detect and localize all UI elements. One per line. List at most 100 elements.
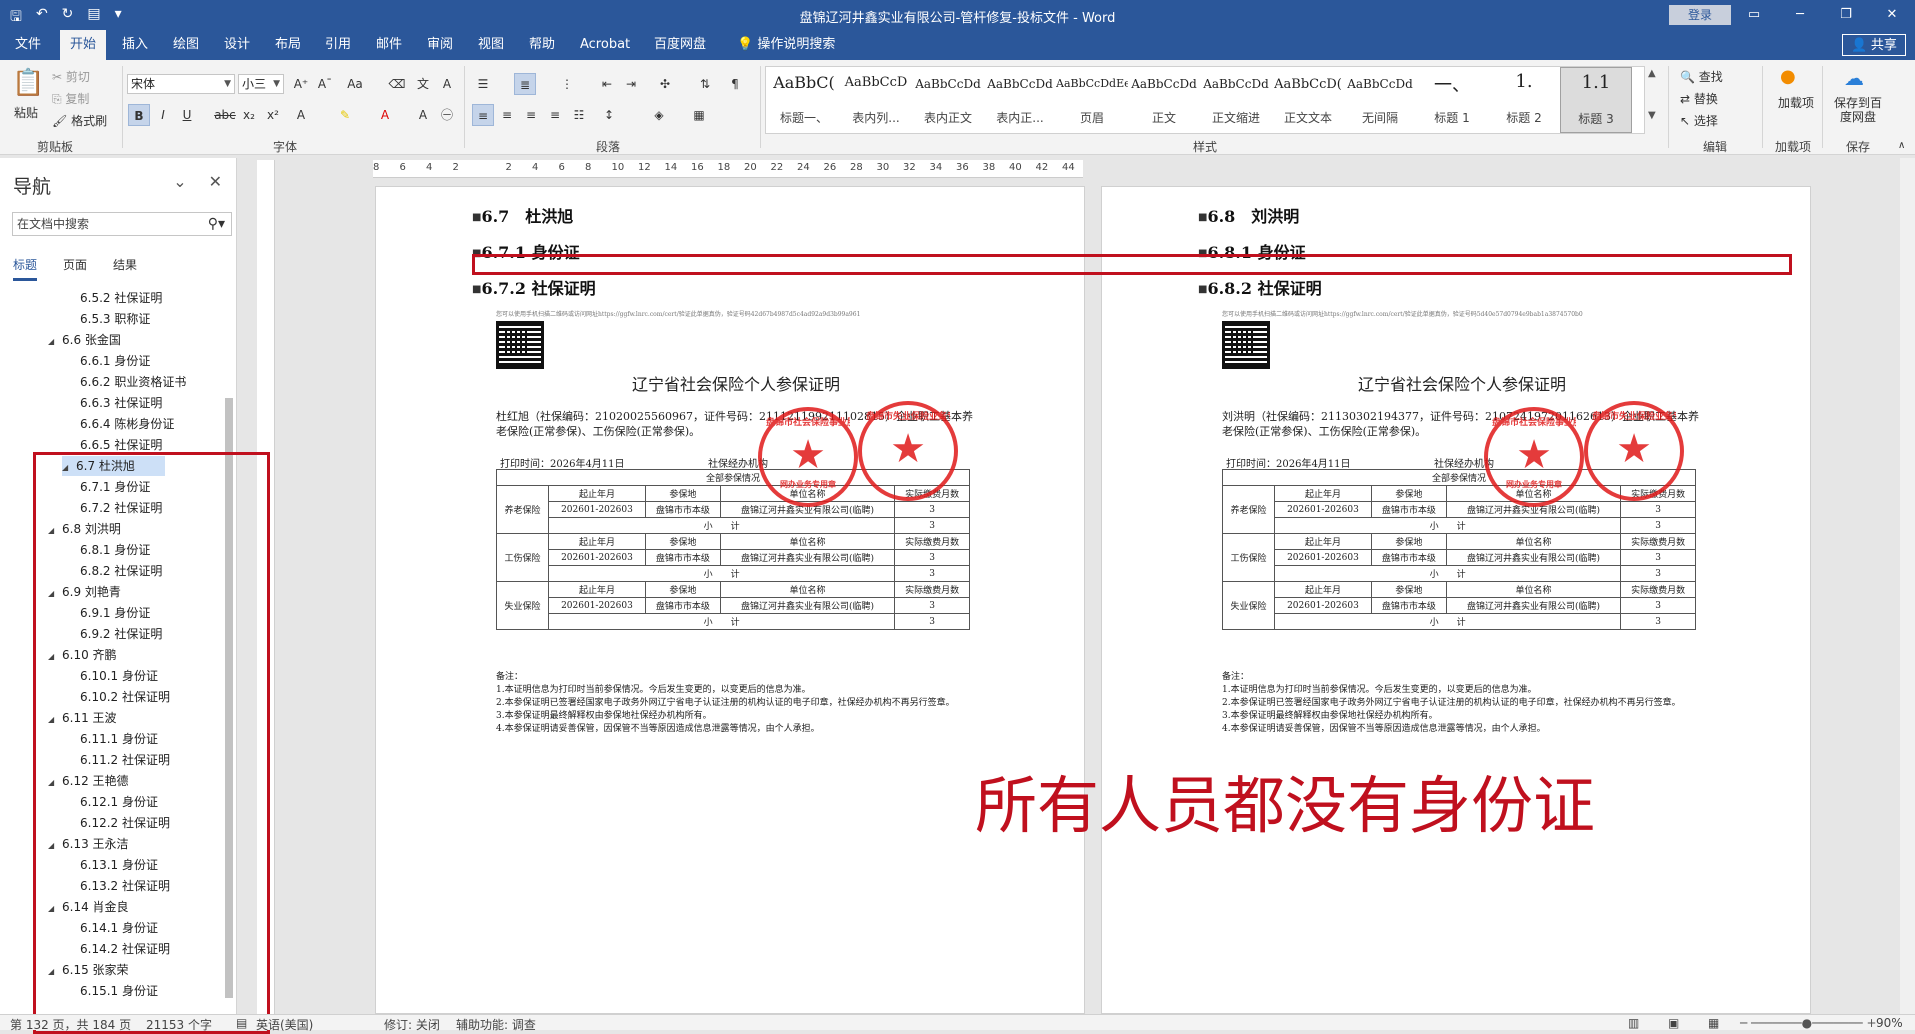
phonetic-guide-icon[interactable]: 文 xyxy=(412,73,434,95)
heading-3[interactable]: ■6.7.2 社保证明 xyxy=(472,275,596,299)
style-item[interactable]: 1.1 标题 3 xyxy=(1560,67,1632,133)
style-item[interactable]: 1. 标题 2 xyxy=(1488,67,1560,133)
save-to-baidu-button[interactable]: 保存到百度网盘 xyxy=(1830,96,1886,124)
strikethrough-icon[interactable]: abc xyxy=(214,104,236,126)
tab-baidu-netdisk[interactable]: 百度网盘 xyxy=(644,30,716,60)
nav-heading-item[interactable]: 6.6.3 社保证明 xyxy=(80,393,162,413)
proofing-icon[interactable]: ▤ xyxy=(236,1016,247,1030)
addins-button[interactable]: 加载项 xyxy=(1776,96,1816,110)
char-shading-icon[interactable]: A xyxy=(412,104,434,126)
format-painter-button[interactable]: 🖌 格式刷 xyxy=(52,112,107,129)
change-case-icon[interactable]: Aa xyxy=(344,73,366,95)
horizontal-ruler[interactable]: 8 6 4 2 2 4 6 8 10 12 14 16 18 20 22 24 26 28 30 32 34 36 38 40… xyxy=(373,160,1083,178)
shading-icon[interactable]: ◈ xyxy=(648,104,670,126)
clear-format-icon[interactable]: ⌫ xyxy=(386,73,408,95)
nav-tab-headings[interactable]: 标题 xyxy=(13,256,38,281)
borders-icon[interactable]: ▦ xyxy=(688,104,710,126)
print-layout-icon[interactable]: ▣ xyxy=(1668,1016,1679,1030)
style-item[interactable]: 一、 标题 1 xyxy=(1416,67,1488,133)
web-layout-icon[interactable]: ▦ xyxy=(1708,1016,1719,1030)
find-button[interactable]: 🔍 查找 xyxy=(1680,68,1723,85)
line-spacing-icon[interactable]: ↕ xyxy=(598,104,620,126)
font-size-combo[interactable]: 小三 ▼ xyxy=(238,74,284,94)
style-item[interactable]: AaBbCcDd 无间隔 xyxy=(1344,67,1416,133)
tab-help[interactable]: 帮助 xyxy=(519,30,565,60)
multilevel-list-icon[interactable]: ⋮ xyxy=(556,73,578,95)
bold-icon[interactable]: B xyxy=(128,104,150,126)
underline-icon[interactable]: U xyxy=(176,104,198,126)
align-center-icon[interactable]: ≡ xyxy=(496,104,518,126)
minimize-icon[interactable]: ─ xyxy=(1777,0,1823,30)
word-count[interactable]: 21153 个字 xyxy=(146,1016,212,1033)
share-button[interactable]: 👤 共享 xyxy=(1842,34,1906,56)
nav-tab-pages[interactable]: 页面 xyxy=(63,256,87,281)
tab-draw[interactable]: 绘图 xyxy=(163,30,209,60)
track-changes-status[interactable]: 修订: 关闭 xyxy=(384,1016,440,1033)
highlight-icon[interactable]: ✎ xyxy=(334,104,356,126)
subscript-icon[interactable]: x₂ xyxy=(238,104,260,126)
replace-button[interactable]: ⇄ 替换 xyxy=(1680,90,1718,107)
paste-button[interactable]: 粘贴 xyxy=(14,104,38,121)
zoom-slider[interactable]: ─ ───────●─────── + xyxy=(1740,1016,1877,1030)
read-mode-icon[interactable]: ▥ xyxy=(1628,1016,1639,1030)
search-icon[interactable]: ⚲▾ xyxy=(208,213,225,235)
increase-indent-icon[interactable]: ⇥ xyxy=(620,73,642,95)
nav-search-input[interactable]: 在文档中搜索 ⚲▾ xyxy=(12,212,232,236)
align-right-icon[interactable]: ≡ xyxy=(520,104,542,126)
heading-3[interactable]: ■6.8.2 社保证明 xyxy=(1198,275,1322,299)
page-count[interactable]: 第 132 页，共 184 页 xyxy=(10,1016,131,1033)
numbering-icon[interactable]: ≣ xyxy=(514,73,536,95)
style-item[interactable]: AaBbCcDd 表内正... xyxy=(984,67,1056,133)
tab-file[interactable]: 文件 xyxy=(5,30,51,60)
nav-tab-results[interactable]: 结果 xyxy=(113,256,137,281)
tab-view[interactable]: 视图 xyxy=(468,30,514,60)
tab-insert[interactable]: 插入 xyxy=(112,30,158,60)
chinese-layout-icon[interactable]: ✣ xyxy=(654,73,676,95)
tab-design[interactable]: 设计 xyxy=(214,30,260,60)
style-item[interactable]: AaBbCcDd 表内正文 xyxy=(912,67,984,133)
document-page-left[interactable]: ■6.7 杜洪旭 ■6.7.1 身份证 ■6.7.2 社保证明 您可以使用手机扫… xyxy=(375,186,1085,1014)
nav-heading-item[interactable]: ◢ 6.6 张金国 xyxy=(48,330,121,350)
addins-icon[interactable]: ● xyxy=(1780,66,1796,87)
grow-font-icon[interactable]: A⁺ xyxy=(290,73,312,95)
style-item[interactable]: AaBbCcDdEe 页眉 xyxy=(1056,67,1128,133)
font-name-combo[interactable]: 宋体 ▼ xyxy=(127,74,235,94)
nav-heading-item[interactable]: 6.6.1 身份证 xyxy=(80,351,150,371)
heading-1[interactable]: ■6.7 杜洪旭 xyxy=(472,203,573,227)
baidu-cloud-icon[interactable]: ☁ xyxy=(1844,66,1864,90)
text-effects-icon[interactable]: A xyxy=(290,104,312,126)
collapse-ribbon-icon[interactable]: ∧ xyxy=(1898,140,1905,151)
copy-button[interactable]: ⎘ 复制 xyxy=(52,90,89,107)
select-button[interactable]: ↖ 选择 xyxy=(1680,112,1718,129)
sort-icon[interactable]: ⇅ xyxy=(694,73,716,95)
align-left-icon[interactable]: ≡ xyxy=(472,104,494,126)
tab-acrobat[interactable]: Acrobat xyxy=(570,30,640,60)
language-status[interactable]: 英语(美国) xyxy=(256,1016,313,1033)
styles-more-icon[interactable]: ▼ xyxy=(1648,110,1656,121)
show-marks-icon[interactable]: ¶ xyxy=(724,73,746,95)
tab-mailings[interactable]: 邮件 xyxy=(366,30,412,60)
nav-heading-item[interactable]: 6.6.4 陈彬身份证 xyxy=(80,414,174,434)
heading-1[interactable]: ■6.8 刘洪明 xyxy=(1198,203,1299,227)
nav-heading-item[interactable]: 6.5.3 职称证 xyxy=(80,309,150,329)
shrink-font-icon[interactable]: Aˉ xyxy=(314,73,336,95)
nav-heading-item[interactable]: 6.6.2 职业资格证书 xyxy=(80,372,186,392)
chevron-down-icon[interactable]: ⌄ xyxy=(173,172,186,191)
document-page-right[interactable]: ■6.8 刘洪明 ■6.8.1 身份证 ■6.8.2 社保证明 您可以使用手机扫… xyxy=(1101,186,1811,1014)
close-icon[interactable]: ✕ xyxy=(1869,0,1915,30)
style-item[interactable]: AaBbC(标题一、 xyxy=(768,67,840,133)
decrease-indent-icon[interactable]: ⇤ xyxy=(596,73,618,95)
char-border-icon[interactable]: A xyxy=(436,73,458,95)
style-item[interactable]: AaBbCcD 表内列... xyxy=(840,67,912,133)
paste-icon[interactable]: 📋 xyxy=(12,68,44,98)
ribbon-display-icon[interactable]: ▭ xyxy=(1731,0,1777,30)
zoom-level[interactable]: 90% xyxy=(1876,1016,1903,1030)
accessibility-status[interactable]: 辅助功能: 调查 xyxy=(456,1016,536,1033)
tab-review[interactable]: 审阅 xyxy=(417,30,463,60)
style-item[interactable]: AaBbCcDd 正文 xyxy=(1128,67,1200,133)
nav-heading-item[interactable]: 6.5.2 社保证明 xyxy=(80,288,162,308)
restore-icon[interactable]: ❐ xyxy=(1823,0,1869,30)
tab-layout[interactable]: 布局 xyxy=(265,30,311,60)
document-scrollbar[interactable] xyxy=(1900,158,1915,1014)
enclosed-char-icon[interactable]: ㊀ xyxy=(436,104,458,126)
